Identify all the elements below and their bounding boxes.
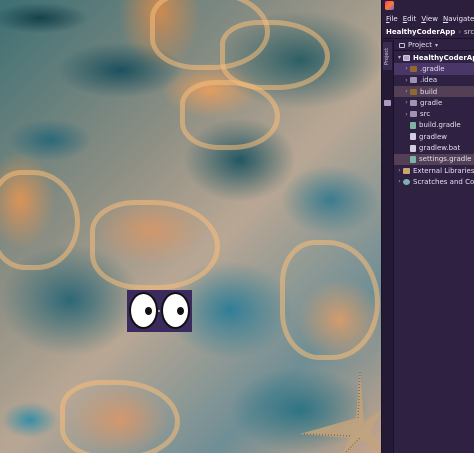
excluded-folder-icon xyxy=(410,88,417,95)
chevron-right-icon[interactable]: › xyxy=(403,88,410,95)
tree-item-settings-gradle[interactable]: settings.gradle xyxy=(394,153,474,165)
folder-icon xyxy=(410,77,417,84)
excluded-folder-icon xyxy=(410,65,417,72)
right-eye-icon xyxy=(161,292,190,329)
breadcrumb-src[interactable]: src xyxy=(464,28,474,36)
tree-item-label: gradlew xyxy=(419,132,448,141)
tree-item-idea[interactable]: › .idea xyxy=(394,75,474,86)
folder-icon xyxy=(410,111,417,118)
tree-item-label: build.gradle xyxy=(419,121,461,130)
chevron-right-icon[interactable]: › xyxy=(403,99,410,106)
file-icon xyxy=(410,144,416,152)
desktop-wallpaper xyxy=(0,0,381,453)
breadcrumb-project[interactable]: HealthyCoderApp xyxy=(386,28,455,36)
file-icon xyxy=(410,133,416,141)
gradle-file-icon xyxy=(410,121,416,129)
structure-icon[interactable] xyxy=(384,100,391,106)
project-view-icon xyxy=(399,42,405,48)
tree-item-label: Scratches and Consoles xyxy=(413,177,474,186)
library-icon xyxy=(403,167,410,174)
chevron-right-icon[interactable]: › xyxy=(403,111,410,118)
project-panel-header: Project ▾ xyxy=(394,40,474,51)
tree-item-label: build xyxy=(420,87,438,96)
tree-item-label: External Libraries xyxy=(413,166,474,175)
tree-item-scratches[interactable]: › Scratches and Consoles xyxy=(394,176,474,187)
tree-item-gradle-dir[interactable]: › .gradle xyxy=(394,63,474,75)
tree-item-label: gradlew.bat xyxy=(419,144,461,153)
module-folder-icon xyxy=(403,54,410,61)
menu-file[interactable]: File xyxy=(386,13,398,25)
tab-project[interactable]: Project xyxy=(383,42,392,70)
breadcrumb: HealthyCoderApp › src m xyxy=(382,26,474,39)
tree-item-gradlew-bat[interactable]: gradlew.bat xyxy=(394,142,474,153)
caustic-light xyxy=(180,80,280,150)
chevron-right-icon[interactable]: › xyxy=(403,77,410,84)
tree-item-label: .gradle xyxy=(420,64,445,73)
tree-item-label: src xyxy=(420,110,431,119)
chevron-down-icon[interactable]: ▾ xyxy=(396,54,403,61)
pupil xyxy=(177,307,184,315)
tree-item-src[interactable]: › src xyxy=(394,108,474,119)
widget-center-dot xyxy=(158,310,160,312)
tool-window-strip: Project xyxy=(382,40,394,453)
chevron-right-icon[interactable]: › xyxy=(396,178,403,185)
ide-titlebar xyxy=(382,0,474,12)
caustic-light xyxy=(60,380,180,453)
tree-item-label: HealthyCoderApp xyxy=(413,53,474,62)
chevron-right-icon[interactable]: › xyxy=(403,65,410,72)
folder-icon xyxy=(410,99,417,106)
menu-edit[interactable]: Edit xyxy=(403,13,417,25)
pupil xyxy=(145,307,152,315)
intellij-logo-icon[interactable] xyxy=(385,1,394,10)
project-tree: ▾ HealthyCoderApp › .gradle › .idea › bu… xyxy=(394,52,474,188)
menu-bar: File Edit View Navigate C xyxy=(382,13,474,25)
chevron-down-icon[interactable]: ▾ xyxy=(435,42,438,49)
ide-window: File Edit View Navigate C HealthyCoderAp… xyxy=(381,0,474,453)
caustic-light xyxy=(220,20,330,90)
tree-item-label: gradle xyxy=(420,98,443,107)
tree-item-build-gradle[interactable]: build.gradle xyxy=(394,120,474,131)
menu-navigate[interactable]: Navigate xyxy=(443,13,474,25)
project-view-selector[interactable]: Project xyxy=(408,41,432,49)
left-eye-icon xyxy=(129,292,158,329)
tree-item-build-dir[interactable]: › build xyxy=(394,85,474,98)
tree-item-label: .idea xyxy=(420,76,438,85)
caustic-light xyxy=(90,200,220,290)
project-panel: Project ▾ ▾ HealthyCoderApp › .gradle › … xyxy=(394,40,474,453)
scratches-icon xyxy=(403,178,410,185)
tree-item-label: settings.gradle xyxy=(419,155,472,164)
chevron-right-icon[interactable]: › xyxy=(396,167,403,174)
caustic-light xyxy=(280,240,380,360)
tree-item-healthycoderapp[interactable]: ▾ HealthyCoderApp xyxy=(394,52,474,63)
starfish-image xyxy=(300,368,381,453)
caustic-light xyxy=(0,170,80,270)
tree-item-gradle[interactable]: › gradle xyxy=(394,97,474,108)
tree-item-gradlew[interactable]: gradlew xyxy=(394,131,474,142)
eyes-widget[interactable] xyxy=(127,290,192,332)
chevron-right-icon: › xyxy=(458,28,462,36)
menu-view[interactable]: View xyxy=(421,13,438,25)
gradle-file-icon xyxy=(410,155,416,163)
tree-item-external-libraries[interactable]: › External Libraries xyxy=(394,165,474,176)
